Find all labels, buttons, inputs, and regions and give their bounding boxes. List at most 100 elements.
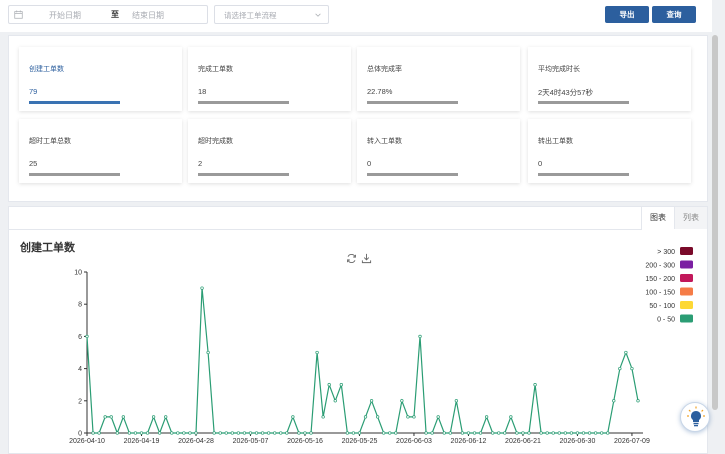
- data-point[interactable]: [194, 431, 198, 435]
- stat-card-completed[interactable]: 完成工单数 18: [188, 47, 351, 111]
- data-point[interactable]: [418, 334, 422, 339]
- data-point[interactable]: [164, 415, 168, 419]
- data-point[interactable]: [533, 383, 537, 387]
- data-point[interactable]: [182, 431, 186, 435]
- data-point[interactable]: [339, 383, 343, 387]
- data-point[interactable]: [285, 431, 289, 435]
- data-point[interactable]: [600, 431, 604, 435]
- data-point[interactable]: [145, 431, 150, 435]
- data-point[interactable]: [375, 415, 380, 419]
- data-point[interactable]: [618, 366, 622, 371]
- stat-card-completion-rate[interactable]: 总体完成率 22.78%: [357, 47, 520, 111]
- data-point[interactable]: [612, 399, 616, 403]
- data-point[interactable]: [291, 415, 295, 419]
- data-point[interactable]: [509, 415, 513, 419]
- data-point[interactable]: [497, 431, 501, 435]
- data-point[interactable]: [236, 431, 241, 435]
- data-point[interactable]: [351, 431, 356, 435]
- data-point[interactable]: [115, 431, 119, 435]
- data-point[interactable]: [515, 431, 519, 435]
- data-point[interactable]: [188, 431, 192, 435]
- data-point[interactable]: [212, 431, 216, 435]
- stat-card-created[interactable]: 创建工单数 79: [19, 47, 182, 111]
- data-point[interactable]: [242, 431, 247, 435]
- data-point[interactable]: [266, 431, 271, 435]
- data-point[interactable]: [103, 415, 107, 419]
- data-point[interactable]: [279, 431, 283, 435]
- data-point[interactable]: [424, 431, 428, 435]
- data-point[interactable]: [521, 431, 525, 435]
- data-point[interactable]: [176, 431, 180, 435]
- data-point[interactable]: [539, 431, 543, 435]
- stat-card-overdue-completed[interactable]: 超时完成数 2: [188, 119, 351, 183]
- data-point[interactable]: [309, 431, 313, 435]
- scrollbar[interactable]: [712, 35, 718, 410]
- data-point[interactable]: [357, 431, 362, 435]
- data-point[interactable]: [448, 431, 452, 435]
- data-point[interactable]: [545, 431, 549, 435]
- legend-swatch[interactable]: [680, 314, 693, 323]
- data-point[interactable]: [91, 431, 95, 435]
- data-point[interactable]: [394, 431, 398, 435]
- data-point[interactable]: [527, 431, 531, 435]
- legend-swatch[interactable]: [680, 247, 693, 255]
- data-point[interactable]: [200, 286, 204, 290]
- data-point[interactable]: [503, 431, 507, 435]
- data-point[interactable]: [436, 415, 440, 419]
- date-end-input[interactable]: 结束日期: [132, 10, 164, 21]
- data-point[interactable]: [206, 350, 210, 355]
- data-point[interactable]: [303, 431, 307, 435]
- data-point[interactable]: [624, 350, 628, 355]
- stat-card-overdue-total[interactable]: 超时工单总数 25: [19, 119, 182, 183]
- data-point[interactable]: [109, 415, 113, 419]
- data-point[interactable]: [121, 415, 125, 419]
- data-point[interactable]: [636, 399, 640, 403]
- legend-swatch[interactable]: [680, 260, 693, 269]
- data-point[interactable]: [569, 431, 574, 435]
- data-point[interactable]: [587, 431, 592, 435]
- data-point[interactable]: [382, 431, 386, 435]
- data-point[interactable]: [345, 431, 350, 435]
- data-point[interactable]: [454, 399, 459, 403]
- data-point[interactable]: [491, 431, 495, 435]
- date-range-picker[interactable]: 开始日期 至 结束日期: [8, 5, 208, 24]
- data-point[interactable]: [581, 431, 586, 435]
- stat-card-avg-duration[interactable]: 平均完成时长 2天4时43分57秒: [528, 47, 691, 111]
- data-point[interactable]: [412, 415, 416, 419]
- legend-swatch[interactable]: [680, 287, 693, 296]
- data-point[interactable]: [478, 431, 483, 435]
- data-point[interactable]: [218, 431, 222, 435]
- data-point[interactable]: [139, 431, 144, 435]
- data-point[interactable]: [151, 415, 156, 419]
- data-point[interactable]: [484, 415, 489, 419]
- data-point[interactable]: [460, 431, 465, 435]
- data-point[interactable]: [230, 431, 234, 435]
- data-point[interactable]: [170, 431, 174, 435]
- date-start-input[interactable]: 开始日期: [49, 10, 81, 21]
- data-point[interactable]: [630, 366, 634, 371]
- data-point[interactable]: [260, 431, 265, 435]
- data-point[interactable]: [369, 399, 374, 403]
- data-point[interactable]: [133, 431, 138, 435]
- data-point[interactable]: [321, 415, 325, 419]
- data-point[interactable]: [430, 431, 434, 435]
- stat-card-transferred-in[interactable]: 转入工单数 0: [357, 119, 520, 183]
- data-point[interactable]: [442, 431, 446, 435]
- data-point[interactable]: [333, 399, 337, 403]
- data-point[interactable]: [472, 431, 477, 435]
- lightbulb-button[interactable]: [680, 402, 710, 432]
- query-button[interactable]: 查询: [652, 6, 696, 23]
- data-point[interactable]: [406, 415, 410, 419]
- data-point[interactable]: [388, 431, 392, 435]
- legend-swatch[interactable]: [680, 274, 693, 282]
- data-point[interactable]: [224, 431, 228, 435]
- data-point[interactable]: [127, 431, 132, 435]
- data-point[interactable]: [327, 383, 331, 387]
- data-point[interactable]: [273, 431, 277, 435]
- data-point[interactable]: [400, 399, 404, 403]
- data-point[interactable]: [297, 431, 301, 435]
- data-point[interactable]: [85, 334, 89, 339]
- data-point[interactable]: [593, 431, 598, 435]
- legend-swatch[interactable]: [680, 301, 693, 309]
- data-point[interactable]: [315, 350, 319, 355]
